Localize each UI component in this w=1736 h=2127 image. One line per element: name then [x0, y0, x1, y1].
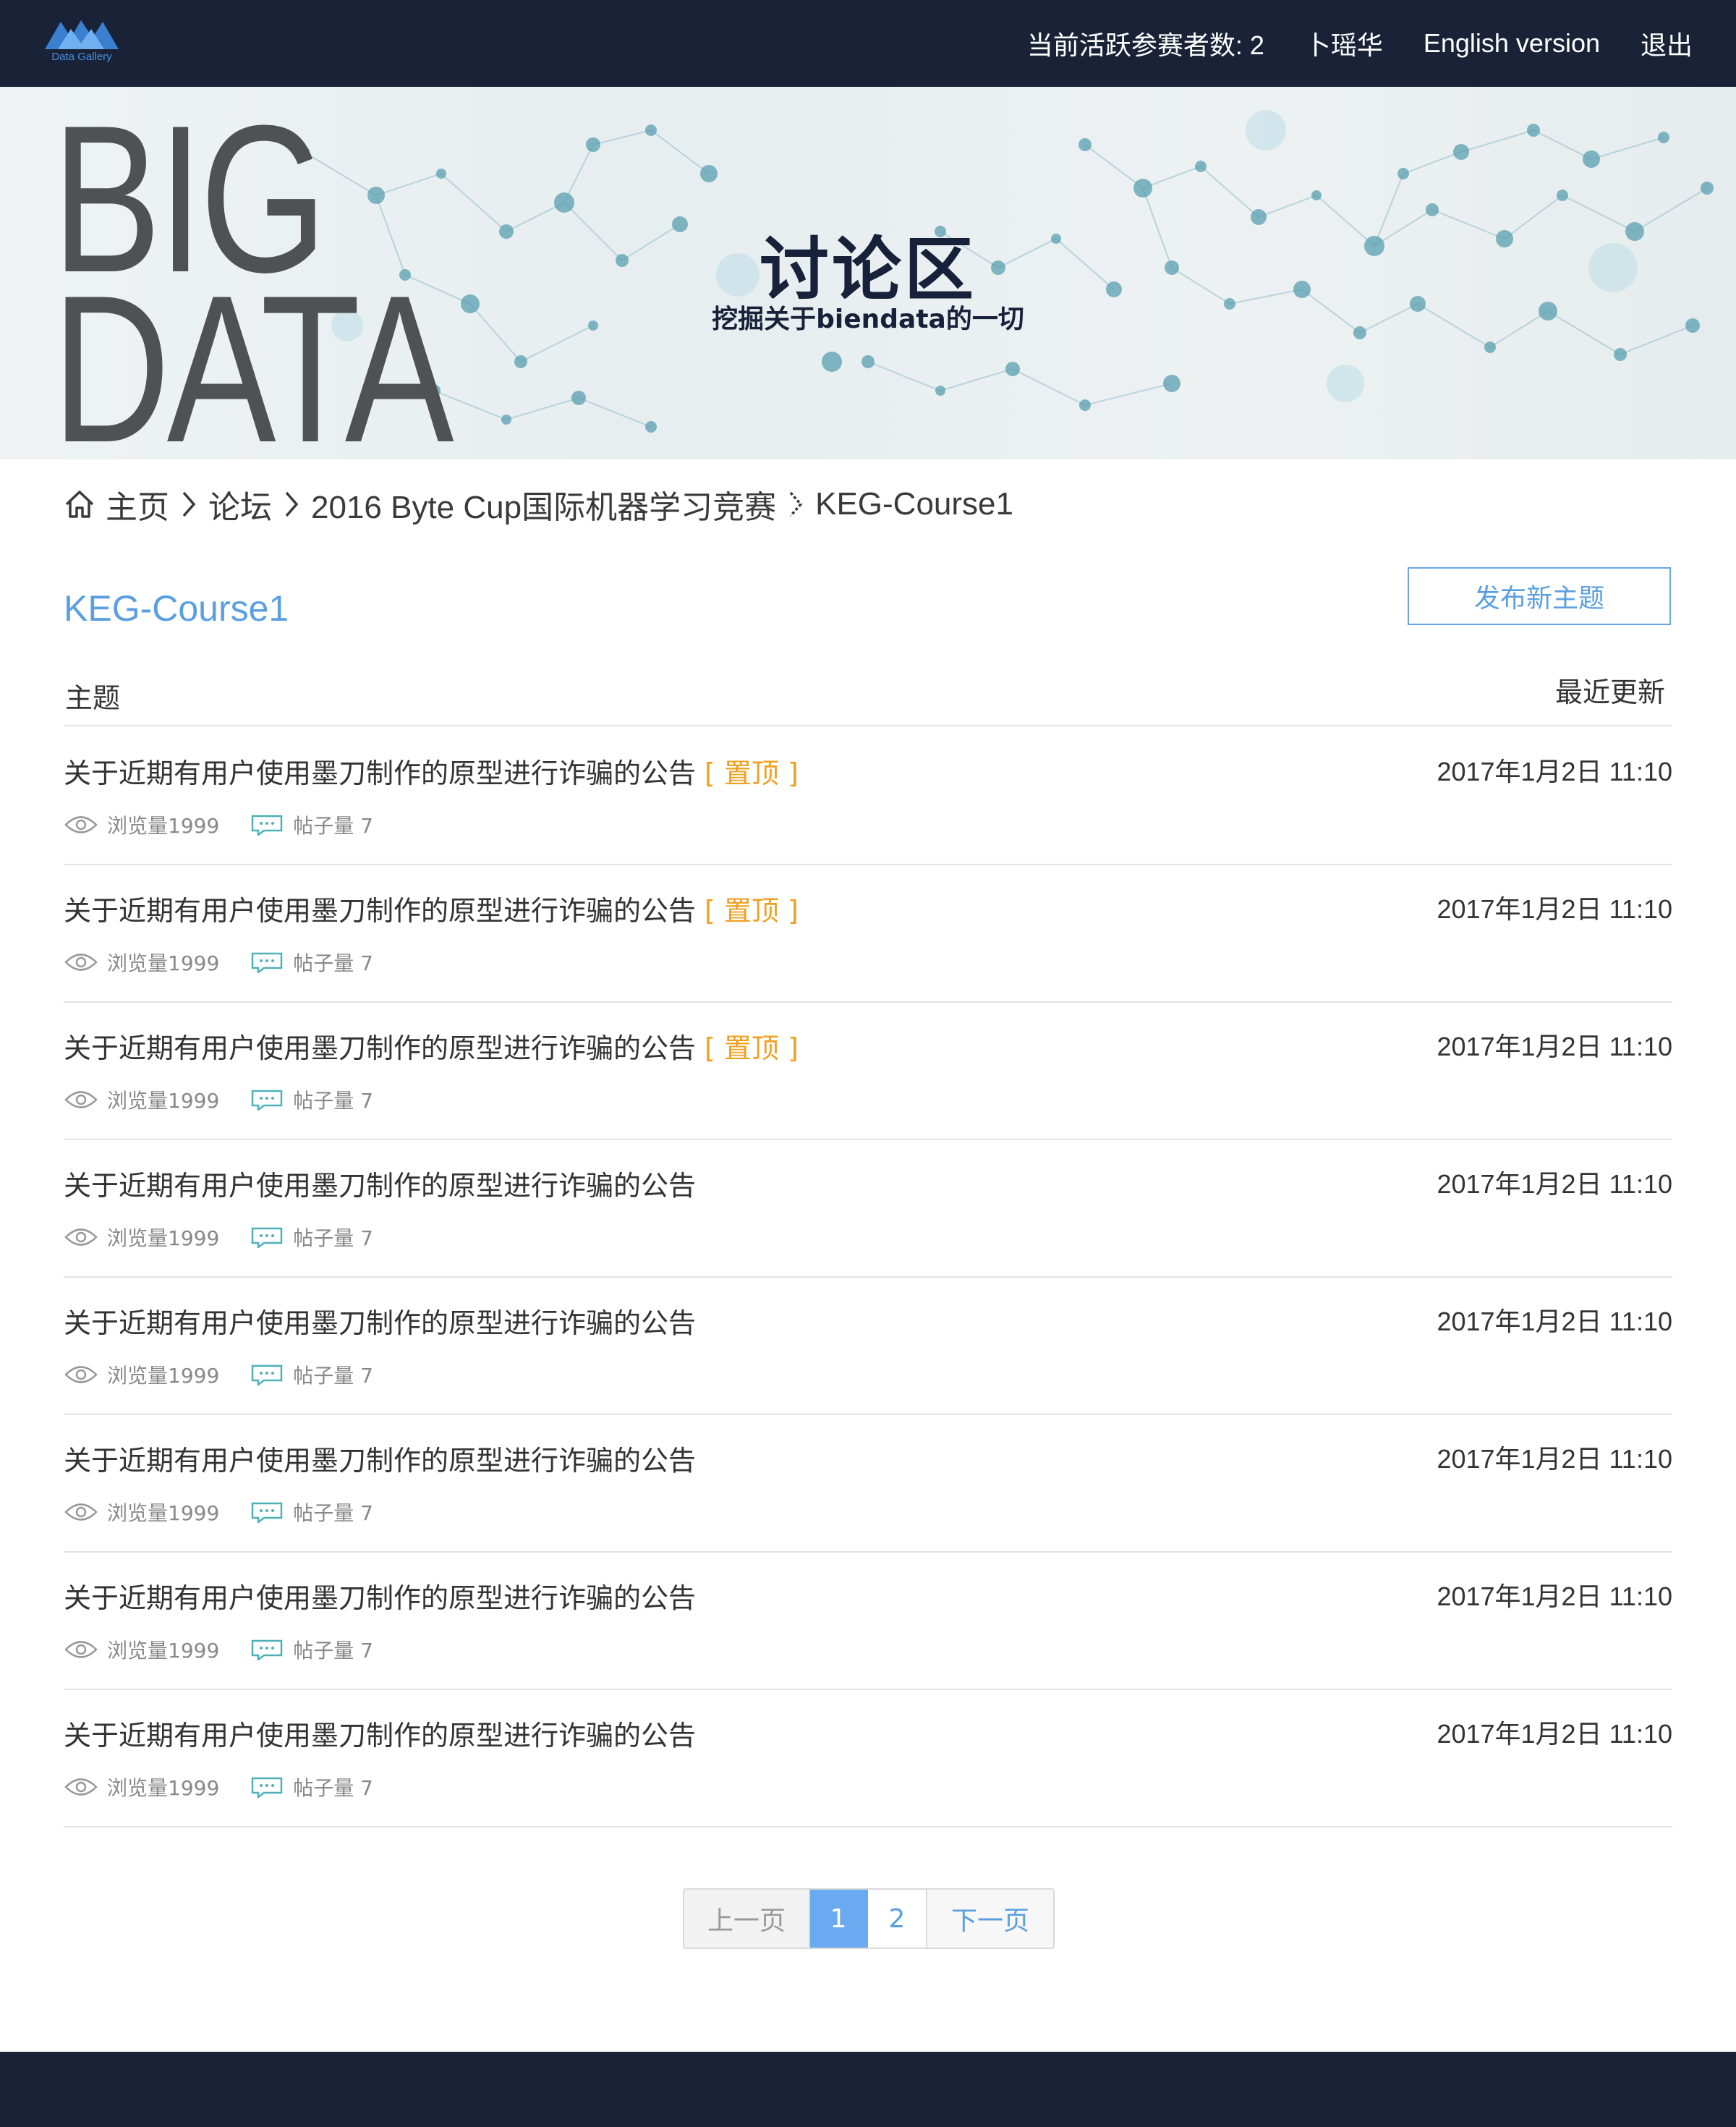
- post-count: 帖子量 7: [293, 1364, 373, 1388]
- forum-title: KEG-Course1: [64, 588, 289, 629]
- breadcrumb-competition[interactable]: 2016 Byte Cup国际机器学习竞赛: [311, 481, 776, 527]
- column-topic: 主题: [65, 682, 121, 714]
- pinned-badge: [ 置顶 ]: [705, 757, 799, 789]
- comment-icon: [252, 952, 283, 973]
- logo-text: Data Gallery: [51, 51, 112, 63]
- page-2-button[interactable]: 2: [868, 1890, 927, 1948]
- topic-title[interactable]: 关于近期有用户使用墨刀制作的原型进行诈骗的公告[ 置顶 ]: [64, 1026, 799, 1066]
- topic-list: 关于近期有用户使用墨刀制作的原型进行诈骗的公告[ 置顶 ] 2017年1月2日 …: [64, 728, 1672, 1827]
- pagination: 上一页 1 2 下一页: [683, 1888, 1055, 1949]
- topic-row[interactable]: 关于近期有用户使用墨刀制作的原型进行诈骗的公告[ 置顶 ] 2017年1月2日 …: [64, 728, 1672, 865]
- column-last-updated: 最近更新: [1554, 676, 1665, 708]
- pinned-badge: [ 置顶 ]: [705, 895, 799, 927]
- comment-icon: [252, 1777, 283, 1798]
- topic-updated-time: 2017年1月2日 11:10: [1437, 1582, 1672, 1611]
- eye-icon: [64, 1366, 98, 1383]
- chevron-right-icon: [182, 491, 196, 517]
- view-count: 浏览量1999: [107, 951, 220, 975]
- view-count: 浏览量1999: [107, 1364, 220, 1388]
- pinned-badge: [ 置顶 ]: [705, 1032, 799, 1064]
- eye-icon: [64, 1228, 98, 1246]
- page-1-button[interactable]: 1: [810, 1890, 868, 1948]
- comment-icon: [252, 815, 283, 836]
- topic-updated-time: 2017年1月2日 11:10: [1437, 1444, 1672, 1474]
- post-count: 帖子量 7: [293, 1639, 373, 1663]
- data-gallery-logo[interactable]: Data Gallery: [42, 17, 122, 68]
- new-topic-button[interactable]: 发布新主题: [1408, 567, 1671, 625]
- topic-row[interactable]: 关于近期有用户使用墨刀制作的原型进行诈骗的公告 2017年1月2日 11:10 …: [64, 1278, 1672, 1415]
- topic-meta: 浏览量1999 帖子量 7: [64, 1223, 404, 1252]
- post-count: 帖子量 7: [293, 951, 373, 975]
- topic-title[interactable]: 关于近期有用户使用墨刀制作的原型进行诈骗的公告: [64, 1438, 705, 1478]
- eye-icon: [64, 954, 98, 971]
- user-name-link[interactable]: 卜瑶华: [1305, 25, 1383, 62]
- breadcrumb-home[interactable]: 主页: [106, 481, 169, 527]
- topic-updated-time: 2017年1月2日 11:10: [1437, 1719, 1672, 1749]
- topic-list-header: 主题 最近更新: [64, 661, 1672, 726]
- topic-title[interactable]: 关于近期有用户使用墨刀制作的原型进行诈骗的公告: [64, 1576, 705, 1616]
- view-count: 浏览量1999: [107, 1776, 220, 1800]
- topic-row[interactable]: 关于近期有用户使用墨刀制作的原型进行诈骗的公告 2017年1月2日 11:10 …: [64, 1415, 1672, 1553]
- logout-link[interactable]: 退出: [1641, 25, 1693, 62]
- topic-meta: 浏览量1999 帖子量 7: [64, 1360, 404, 1389]
- eye-icon: [64, 1641, 98, 1658]
- eye-icon: [64, 1778, 98, 1796]
- topic-updated-time: 2017年1月2日 11:10: [1437, 757, 1672, 786]
- topic-title[interactable]: 关于近期有用户使用墨刀制作的原型进行诈骗的公告[ 置顶 ]: [64, 751, 799, 791]
- post-count: 帖子量 7: [293, 1776, 373, 1800]
- comment-icon: [252, 1639, 283, 1660]
- comment-icon: [252, 1364, 283, 1385]
- eye-icon: [64, 816, 98, 833]
- topic-title[interactable]: 关于近期有用户使用墨刀制作的原型进行诈骗的公告: [64, 1163, 705, 1203]
- post-count: 帖子量 7: [293, 1501, 373, 1525]
- view-count: 浏览量1999: [107, 1501, 220, 1525]
- topic-row[interactable]: 关于近期有用户使用墨刀制作的原型进行诈骗的公告[ 置顶 ] 2017年1月2日 …: [64, 865, 1672, 1003]
- breadcrumb-forum[interactable]: 论坛: [208, 481, 272, 527]
- post-count: 帖子量 7: [293, 814, 373, 838]
- eye-icon: [64, 1091, 98, 1108]
- topic-updated-time: 2017年1月2日 11:10: [1437, 1032, 1672, 1061]
- topic-title[interactable]: 关于近期有用户使用墨刀制作的原型进行诈骗的公告: [64, 1301, 705, 1341]
- active-participants: 当前活跃参赛者数: 2: [1026, 30, 1264, 60]
- view-count: 浏览量1999: [107, 1639, 220, 1663]
- view-count: 浏览量1999: [107, 814, 220, 838]
- footer: [0, 2052, 1736, 2127]
- view-count: 浏览量1999: [107, 1089, 220, 1113]
- topic-meta: 浏览量1999 帖子量 7: [64, 1772, 404, 1801]
- hero-subtitle: 挖掘关于biendata的一切: [712, 305, 1024, 334]
- english-version-link[interactable]: English version: [1424, 28, 1600, 59]
- next-page-button[interactable]: 下一页: [927, 1890, 1053, 1948]
- view-count: 浏览量1999: [107, 1226, 220, 1250]
- topic-meta: 浏览量1999 帖子量 7: [64, 1498, 404, 1527]
- comment-icon: [252, 1502, 283, 1523]
- topic-row[interactable]: 关于近期有用户使用墨刀制作的原型进行诈骗的公告 2017年1月2日 11:10 …: [64, 1140, 1672, 1278]
- topic-meta: 浏览量1999 帖子量 7: [64, 1635, 404, 1664]
- post-count: 帖子量 7: [293, 1089, 373, 1113]
- top-nav-bar: Data Gallery 当前活跃参赛者数: 2 卜瑶华 English ver…: [0, 0, 1736, 87]
- topic-meta: 浏览量1999 帖子量 7: [64, 1085, 404, 1114]
- topic-row[interactable]: 关于近期有用户使用墨刀制作的原型进行诈骗的公告[ 置顶 ] 2017年1月2日 …: [64, 1003, 1672, 1140]
- mountain-logo-icon: [45, 20, 119, 49]
- chevron-right-icon: [789, 491, 803, 517]
- topic-meta: 浏览量1999 帖子量 7: [64, 948, 404, 977]
- topic-updated-time: 2017年1月2日 11:10: [1437, 894, 1672, 924]
- comment-icon: [252, 1090, 283, 1111]
- eye-icon: [64, 1503, 98, 1521]
- comment-icon: [252, 1227, 283, 1248]
- nav-right-group: 当前活跃参赛者数: 2 卜瑶华 English version 退出: [987, 0, 1693, 87]
- topic-title[interactable]: 关于近期有用户使用墨刀制作的原型进行诈骗的公告: [64, 1713, 705, 1753]
- topic-row[interactable]: 关于近期有用户使用墨刀制作的原型进行诈骗的公告 2017年1月2日 11:10 …: [64, 1690, 1672, 1827]
- breadcrumb-current: KEG-Course1: [815, 486, 1013, 522]
- topic-updated-time: 2017年1月2日 11:10: [1437, 1169, 1672, 1199]
- home-icon[interactable]: [62, 487, 97, 522]
- post-count: 帖子量 7: [293, 1226, 373, 1250]
- topic-updated-time: 2017年1月2日 11:10: [1437, 1307, 1672, 1336]
- topic-row[interactable]: 关于近期有用户使用墨刀制作的原型进行诈骗的公告 2017年1月2日 11:10 …: [64, 1553, 1672, 1690]
- topic-title[interactable]: 关于近期有用户使用墨刀制作的原型进行诈骗的公告[ 置顶 ]: [64, 888, 799, 928]
- hero-banner: BIG DATA 讨论区 挖掘关于biendata的一切: [0, 87, 1736, 459]
- breadcrumb: 主页 论坛 2016 Byte Cup国际机器学习竞赛 KEG-Course1: [62, 479, 1013, 530]
- chevron-right-icon: [285, 491, 299, 517]
- topic-meta: 浏览量1999 帖子量 7: [64, 810, 404, 839]
- prev-page-button[interactable]: 上一页: [684, 1890, 810, 1948]
